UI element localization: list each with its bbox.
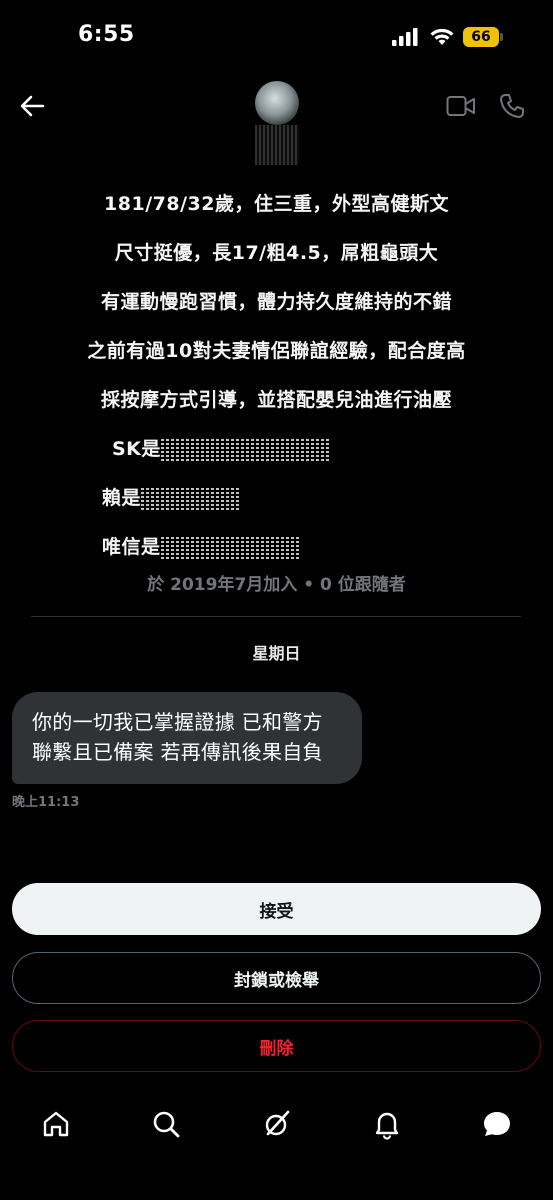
message-line: 你的一切我已掌握證據 已和警方 bbox=[32, 710, 323, 734]
contact-prefix: 賴是 bbox=[102, 487, 142, 509]
redacted-block bbox=[160, 534, 301, 561]
bell-icon[interactable] bbox=[371, 1108, 403, 1140]
conversation-header bbox=[0, 75, 553, 165]
message-line: 聯繫且已備案 若再傳訊後果自負 bbox=[32, 740, 323, 764]
arrow-left-icon[interactable] bbox=[18, 92, 46, 120]
grok-icon[interactable] bbox=[261, 1108, 293, 1140]
video-camera-icon[interactable] bbox=[446, 95, 476, 117]
redacted-block bbox=[160, 436, 331, 463]
battery-indicator: 66 bbox=[463, 27, 499, 47]
bio-line: 之前有過10對夫妻情侶聯誼經驗，配合度高 bbox=[87, 340, 466, 362]
contact-line-line: 賴是 bbox=[0, 474, 553, 523]
wifi-icon bbox=[430, 28, 454, 45]
bio-line: 採按摩方式引導，並搭配嬰兒油進行油壓 bbox=[100, 389, 452, 411]
status-bar: 6:55 66 bbox=[0, 0, 553, 75]
home-indicator bbox=[189, 1186, 365, 1191]
day-label: 星期日 bbox=[252, 644, 301, 663]
battery-cap bbox=[500, 33, 503, 41]
bio-line: 有運動慢跑習慣，體力持久度維持的不錯 bbox=[100, 291, 452, 313]
home-icon[interactable] bbox=[40, 1108, 72, 1140]
bio-line: 181/78/32歲，住三重，外型高健斯文 bbox=[104, 193, 449, 215]
contact-prefix: SK是 bbox=[112, 438, 161, 460]
joined-info: 於 2019年7月加入 • 0 位跟隨者 bbox=[147, 575, 406, 595]
messages-icon[interactable] bbox=[481, 1108, 513, 1140]
contact-line-sk: SK是 bbox=[0, 425, 553, 474]
message-bubble[interactable]: 你的一切我已掌握證據 已和警方 聯繫且已備案 若再傳訊後果自負 bbox=[12, 692, 362, 784]
profile-bio: 181/78/32歲，住三重，外型高健斯文 尺寸挺優，長17/粗4.5，屌粗龜頭… bbox=[0, 180, 553, 572]
status-time: 6:55 bbox=[78, 22, 135, 47]
avatar[interactable] bbox=[255, 81, 299, 125]
bottom-tab-bar bbox=[0, 1100, 553, 1150]
avatar-redaction bbox=[255, 125, 299, 165]
cellular-signal-icon bbox=[392, 28, 418, 46]
divider bbox=[31, 616, 521, 617]
redacted-block bbox=[141, 485, 242, 512]
phone-icon[interactable] bbox=[498, 92, 526, 120]
bio-line: 尺寸挺優，長17/粗4.5，屌粗龜頭大 bbox=[114, 242, 439, 264]
block-report-button[interactable]: 封鎖或檢舉 bbox=[12, 952, 541, 1004]
contact-line-wechat: 唯信是 bbox=[0, 523, 553, 572]
contact-prefix: 唯信是 bbox=[102, 536, 161, 558]
message-timestamp: 晚上11:13 bbox=[12, 795, 80, 810]
delete-button[interactable]: 刪除 bbox=[12, 1020, 541, 1072]
accept-button[interactable]: 接受 bbox=[12, 883, 541, 935]
search-icon[interactable] bbox=[150, 1108, 182, 1140]
